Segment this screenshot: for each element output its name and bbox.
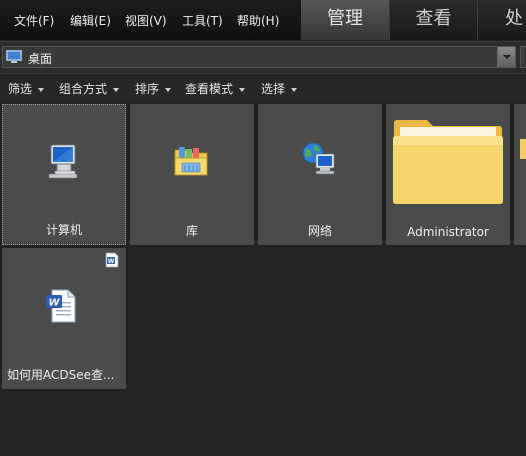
view-mode-button[interactable]: 查看模式 bbox=[185, 80, 246, 97]
tile-label: 库 bbox=[185, 224, 198, 238]
menu-tools[interactable]: 工具(T) bbox=[182, 12, 223, 29]
menu-file[interactable]: 文件(F) bbox=[14, 12, 54, 29]
tab-process[interactable]: 处 bbox=[477, 0, 526, 40]
menu-view[interactable]: 视图(V) bbox=[125, 12, 167, 29]
address-bar: 桌面 bbox=[0, 41, 526, 74]
tile-computer[interactable]: 计算机 bbox=[2, 104, 126, 245]
computer-icon bbox=[48, 144, 78, 179]
chevron-down-icon bbox=[38, 87, 45, 92]
menu-help[interactable]: 帮助(H) bbox=[237, 12, 279, 29]
tile-label: 如何用ACDSee查... bbox=[7, 368, 115, 382]
chevron-down-icon bbox=[113, 87, 120, 92]
group-button[interactable]: 组合方式 bbox=[59, 80, 120, 97]
tile-label: Administrator bbox=[407, 225, 489, 239]
tile-library[interactable]: 库 bbox=[130, 104, 254, 245]
select-label: 选择 bbox=[261, 82, 286, 96]
filter-button[interactable]: 筛选 bbox=[8, 80, 45, 97]
chevron-down-icon bbox=[165, 87, 172, 92]
svg-text:W: W bbox=[48, 298, 60, 309]
tab-manage[interactable]: 管理 bbox=[301, 0, 389, 40]
tile-label: 网络 bbox=[307, 224, 332, 238]
view-mode-label: 查看模式 bbox=[185, 82, 234, 96]
tile-administrator[interactable]: Administrator bbox=[386, 104, 510, 245]
word-badge-icon: W bbox=[105, 252, 119, 268]
browse-toolbar: 筛选 组合方式 排序 查看模式 选择 bbox=[0, 74, 526, 101]
tile-label: 计算机 bbox=[45, 223, 82, 237]
word-document-icon: W bbox=[46, 289, 76, 323]
menu-edit[interactable]: 编辑(E) bbox=[70, 12, 111, 29]
file-list: 计算机 库 网络 Administrator W W 如何用ACDSee查... bbox=[0, 102, 526, 456]
tab-view[interactable]: 查看 bbox=[389, 0, 477, 40]
sort-label: 排序 bbox=[135, 82, 160, 96]
chevron-down-icon bbox=[239, 87, 246, 92]
tile-document[interactable]: W W 如何用ACDSee查... bbox=[2, 248, 126, 389]
folder-icon bbox=[393, 120, 503, 204]
tile-network[interactable]: 网络 bbox=[258, 104, 382, 245]
chevron-down-icon bbox=[291, 87, 298, 92]
library-icon bbox=[174, 147, 208, 176]
tile-partial[interactable] bbox=[514, 104, 526, 245]
network-icon bbox=[302, 142, 335, 175]
path-text: 桌面 bbox=[28, 52, 53, 66]
folder-icon bbox=[520, 139, 526, 159]
group-label: 组合方式 bbox=[59, 82, 108, 96]
svg-text:W: W bbox=[108, 258, 115, 265]
select-button[interactable]: 选择 bbox=[261, 80, 298, 97]
menu-bar: 文件(F) 编辑(E) 视图(V) 工具(T) 帮助(H) 管理 查看 处 bbox=[0, 0, 526, 40]
sort-button[interactable]: 排序 bbox=[135, 80, 172, 97]
desktop-icon bbox=[6, 50, 22, 63]
address-side-panel bbox=[520, 46, 526, 68]
filter-label: 筛选 bbox=[8, 82, 33, 96]
path-field[interactable]: 桌面 bbox=[2, 46, 516, 68]
path-dropdown-button[interactable] bbox=[497, 47, 515, 67]
